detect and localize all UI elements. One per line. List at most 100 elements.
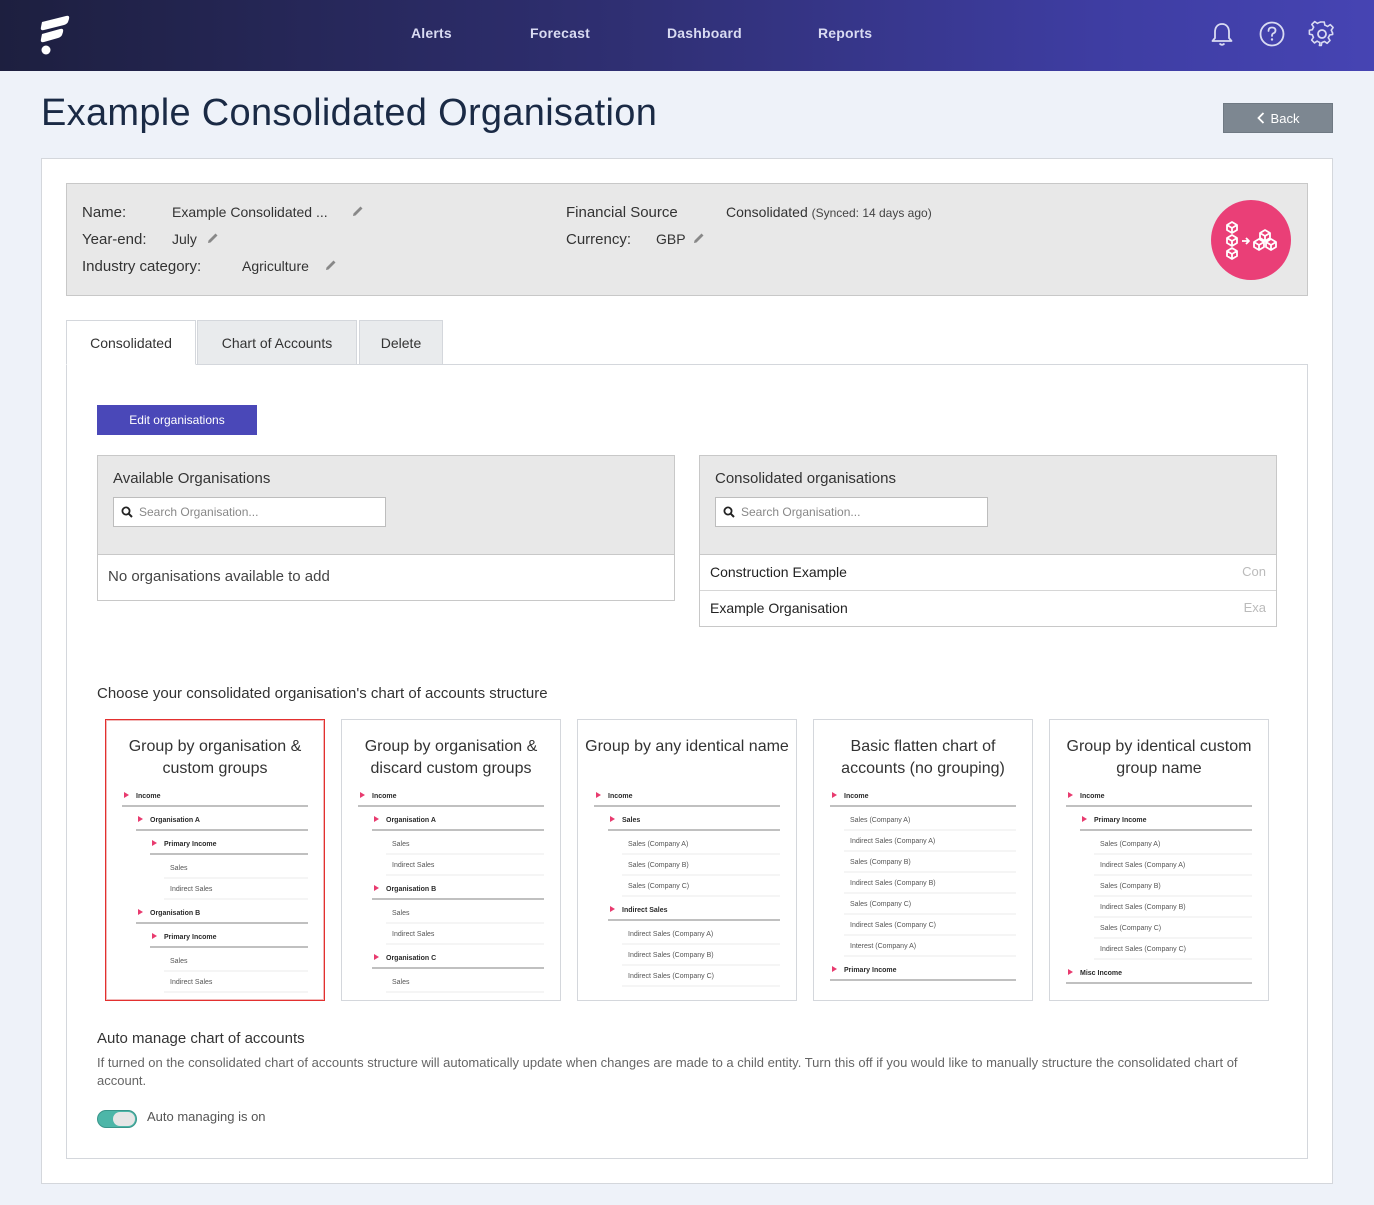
preview-group-row: Income [122,792,308,807]
auto-manage-toggle[interactable] [97,1110,137,1128]
preview-account-row: Sales (Company C) [622,883,780,897]
preview-label: Indirect Sales (Company C) [628,973,714,980]
consolidated-search-placeholder: Search Organisation... [741,505,861,519]
structure-option-flatten[interactable]: Income Sales (Company A) Indirect Sales (C… [813,719,1033,1001]
caret-right-icon [138,909,143,915]
preview-label: Primary Income [164,934,217,941]
caret-right-icon [374,885,379,891]
preview-group-row: Organisation B [372,885,544,900]
preview-account-row: Indirect Sales [386,862,544,876]
preview-label: Sales (Company C) [1100,925,1161,932]
tab-chart-of-accounts[interactable]: Chart of Accounts [197,320,357,365]
preview-account-row: Sales (Company B) [844,859,1016,873]
preview-label: Sales (Company B) [850,859,911,866]
edit-currency-pencil-icon[interactable] [693,232,705,244]
edit-name-pencil-icon[interactable] [352,205,364,217]
nav-forecast[interactable]: Forecast [530,25,590,41]
auto-manage-toggle-label: Auto managing is on [147,1109,266,1124]
preview-group-row: Sales [608,816,780,831]
available-search-placeholder: Search Organisation... [139,505,259,519]
preview-label: Indirect Sales (Company A) [628,931,713,938]
back-button[interactable]: Back [1223,103,1333,133]
preview-label: Income [372,793,397,800]
app-logo[interactable] [36,14,76,56]
edit-industry-pencil-icon[interactable] [325,259,337,271]
caret-right-icon [152,933,157,939]
preview-account-row: Indirect Sales (Company C) [622,973,780,987]
preview-label: Organisation A [150,817,200,824]
yearend-label: Year-end: [82,231,147,248]
option-title: Basic flatten chart of accounts (no grou… [841,738,1005,777]
preview-label: Sales (Company B) [628,862,689,869]
edit-yearend-pencil-icon[interactable] [207,232,219,244]
auto-manage-description: If turned on the consolidated chart of a… [97,1055,1238,1088]
preview-label: Organisation A [386,817,436,824]
consolidated-org-row[interactable]: Example Organisation Exa [700,591,1276,627]
option-title: Group by organisation & discard custom g… [364,738,538,777]
nav-reports[interactable]: Reports [818,25,872,41]
preview-label: Indirect Sales (Company A) [1100,862,1185,869]
preview-label: Organisation B [386,886,436,893]
gear-icon[interactable] [1308,20,1336,48]
search-icon [723,506,735,518]
bell-icon[interactable] [1208,20,1236,48]
consolidated-org-row[interactable]: Construction Example Con [700,555,1276,591]
help-icon[interactable] [1258,20,1286,48]
preview-account-row: Indirect Sales (Company A) [844,838,1016,852]
preview-label: Organisation C [386,955,436,962]
nav-alerts[interactable]: Alerts [411,25,452,41]
caret-right-icon [374,954,379,960]
org-name: Example Organisation [710,600,848,616]
structure-option-identical-name[interactable]: Income Sales Sales (Company A) Sales (Compa… [577,719,797,1001]
name-label: Name: [82,204,127,221]
preview-label: Sales (Company C) [628,883,689,890]
preview-group-row: Income [1066,792,1252,807]
chevron-left-icon [1256,112,1264,124]
org-code: Con [1242,564,1266,579]
preview-account-row: Sales (Company A) [1094,841,1252,855]
available-title: Available Organisations [113,470,271,487]
back-label: Back [1270,110,1300,126]
structure-option-identical-custom-group[interactable]: Income Primary Income Sales (Company A) Ind… [1049,719,1269,1001]
option-title: Group by organisation & custom groups [128,738,302,777]
preview-group-row: Primary Income [150,840,308,855]
preview-label: Income [844,793,869,800]
structure-option-org-discard-groups[interactable]: Income Organisation A Sales Indirect Sales O… [341,719,561,1001]
preview-label: Income [608,793,633,800]
preview-account-row: Interest (Company A) [844,943,1016,957]
consolidated-search-input[interactable]: Search Organisation... [715,497,988,527]
consolidated-header: Consolidated organisations Search Organi… [700,456,1276,555]
preview-account-row: Sales (Company B) [622,862,780,876]
tab-consolidated[interactable]: Consolidated [66,320,196,365]
org-code: Exa [1243,600,1266,615]
preview-account-row: Sales [164,958,308,972]
caret-right-icon [1068,969,1073,975]
preview-account-row: Sales [386,910,544,924]
org-info-panel: Name: Example Consolidated ... Year-end:… [66,183,1308,296]
preview-group-row: Indirect Sales [608,906,780,921]
preview-account-row: Indirect Sales (Company C) [1094,946,1252,960]
structure-option-org-custom-groups[interactable]: Income Organisation A Primary Income Sales I… [105,719,325,1001]
preview-label: Indirect Sales (Company C) [1100,946,1186,953]
preview-label: Sales [392,910,410,917]
available-search-input[interactable]: Search Organisation... [113,497,386,527]
consolidation-badge-icon [1211,200,1291,280]
preview-label: Sales (Company A) [628,841,688,848]
option-title: Group by identical custom group name [1066,738,1252,777]
preview-label: Indirect Sales [392,862,435,869]
edit-organisations-button[interactable]: Edit organisations [97,405,257,435]
yearend-value: July [172,231,197,247]
caret-right-icon [138,816,143,822]
search-icon [121,506,133,518]
preview-label: Misc Income [1080,970,1122,977]
preview-account-row: Sales (Company B) [1094,883,1252,897]
industry-value: Agriculture [242,258,309,274]
available-organisations-panel: Available Organisations Search Organisat… [97,455,675,601]
tab-delete[interactable]: Delete [359,320,443,365]
source-value-text: Consolidated [726,204,808,220]
preview-account-row: Indirect Sales (Company A) [622,931,780,945]
preview-account-row: Indirect Sales (Company A) [1094,862,1252,876]
preview-label: Sales (Company B) [1100,883,1161,890]
nav-dashboard[interactable]: Dashboard [667,25,742,41]
currency-value: GBP [656,231,686,247]
